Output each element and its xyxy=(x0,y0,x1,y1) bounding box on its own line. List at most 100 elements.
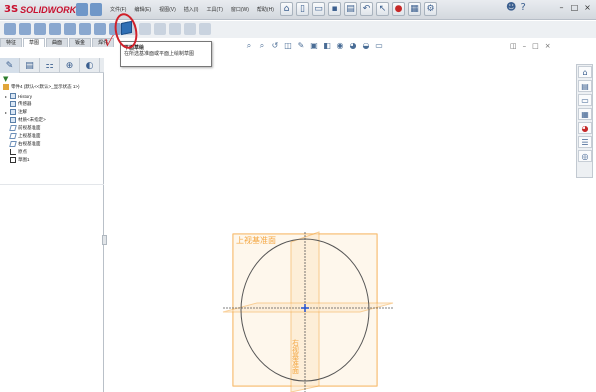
part-name-label: 零件4 (默认<<默认>_显示状态 1>) xyxy=(11,84,80,90)
rebuild-icon[interactable]: ● xyxy=(392,2,405,16)
file-properties-icon[interactable]: ▦ xyxy=(408,2,421,16)
menu-help[interactable]: 帮助(H) xyxy=(257,6,274,13)
apply-scene-icon[interactable]: ◒ xyxy=(361,41,371,51)
property-manager-tab-icon[interactable]: ▤ xyxy=(20,58,40,73)
hide-show-icon[interactable]: ◉ xyxy=(335,41,345,51)
design-library-icon[interactable]: ▤ xyxy=(578,80,592,92)
origin-icon xyxy=(10,149,16,155)
tab-surfaces[interactable]: 曲面 xyxy=(46,38,69,47)
quick-access-icons xyxy=(76,3,102,16)
tree-item-label: 注解 xyxy=(18,109,27,114)
menu-view[interactable]: 视图(V) xyxy=(159,6,176,13)
flyout-arrow-icon[interactable] xyxy=(76,3,88,16)
sketch-icon xyxy=(10,157,16,163)
feature-tree-tab-icon[interactable]: ✎ xyxy=(0,58,20,73)
extrude-icon[interactable] xyxy=(4,23,16,35)
tree-item-sketch1[interactable]: 草图1 xyxy=(4,156,46,164)
tree-item-annotations[interactable]: ▸ 注解 xyxy=(4,108,46,116)
model-viewport: 上视基准面 右视基准面 xyxy=(222,231,394,392)
menu-tools[interactable]: 工具(T) xyxy=(206,6,222,13)
draft-icon[interactable] xyxy=(154,23,166,35)
curves-icon[interactable] xyxy=(184,23,196,35)
title-bar: 3S SOLIDWORKS 文件(F) 编辑(E) 视图(V) 插入(I) 工具… xyxy=(0,0,596,20)
help-icon[interactable]: ? xyxy=(520,2,525,13)
graphics-area[interactable]: 上视基准面 右视基准面 xyxy=(105,56,575,392)
menu-insert[interactable]: 插入(I) xyxy=(184,6,199,13)
plane-icon xyxy=(9,133,17,139)
tree-item-right-plane[interactable]: 右视基准面 xyxy=(4,140,46,148)
display-tab-icon[interactable]: ◐ xyxy=(80,58,100,73)
undo-icon[interactable]: ↶ xyxy=(360,2,373,16)
minimize-icon[interactable]: – xyxy=(556,2,567,13)
command-icon[interactable] xyxy=(90,3,102,16)
view-palette-icon[interactable]: ▦ xyxy=(578,108,592,120)
open-file-icon[interactable]: ▭ xyxy=(312,2,325,16)
reference-geometry-icon[interactable] xyxy=(199,23,211,35)
maximize-icon[interactable]: □ xyxy=(569,2,580,13)
part-root[interactable]: 零件4 (默认<<默认>_显示状态 1>) xyxy=(3,84,80,90)
configuration-tab-icon[interactable]: ⚏ xyxy=(40,58,60,73)
edit-appearance-icon[interactable]: ◕ xyxy=(348,41,358,51)
restore-doc-icon[interactable]: ◫ xyxy=(510,42,517,50)
sweep-icon[interactable] xyxy=(34,23,46,35)
close-doc-icon[interactable]: × xyxy=(545,42,551,50)
select-icon[interactable]: ↖ xyxy=(376,2,389,16)
solidworks-resources-icon[interactable]: ⌂ xyxy=(578,66,592,78)
right-plane-label: 右视基准面 xyxy=(292,338,300,375)
save-icon[interactable]: ▪ xyxy=(328,2,341,16)
minimize-doc-icon[interactable]: – xyxy=(523,42,527,50)
print-icon[interactable]: ▤ xyxy=(344,2,357,16)
user-icon[interactable]: ☻ xyxy=(506,2,516,13)
part-icon xyxy=(3,84,9,90)
zoom-to-fit-icon[interactable]: ⌕ xyxy=(244,41,254,51)
menu-file[interactable]: 文件(F) xyxy=(110,6,126,13)
home-icon[interactable]: ⌂ xyxy=(280,2,293,16)
solidworks-window: 3S SOLIDWORKS 文件(F) 编辑(E) 视图(V) 插入(I) 工具… xyxy=(0,0,596,392)
tab-features[interactable]: 特征 xyxy=(0,38,23,47)
panel-divider xyxy=(0,184,104,185)
chamfer-icon[interactable] xyxy=(79,23,91,35)
tree-item-origin[interactable]: 原点 xyxy=(4,148,46,156)
new-file-icon[interactable]: ▯ xyxy=(296,2,309,16)
previous-view-icon[interactable]: ↺ xyxy=(270,41,280,51)
options-icon[interactable]: ⚙ xyxy=(424,2,437,16)
custom-properties-icon[interactable]: ☰ xyxy=(578,136,592,148)
dimxpert-tab-icon[interactable]: ⊕ xyxy=(60,58,80,73)
tree-item-label: 材质<未指定> xyxy=(18,117,46,122)
dynamic-annotation-icon[interactable]: ✎ xyxy=(296,41,306,51)
rib-icon[interactable] xyxy=(139,23,151,35)
view-settings-icon[interactable]: ▭ xyxy=(374,41,384,51)
command-manager xyxy=(0,21,596,38)
close-icon[interactable]: × xyxy=(582,2,593,13)
menu-edit[interactable]: 编辑(E) xyxy=(134,6,151,13)
maximize-doc-icon[interactable]: □ xyxy=(532,42,539,50)
view-orientation-icon[interactable]: ▣ xyxy=(309,41,319,51)
section-view-icon[interactable]: ◫ xyxy=(283,41,293,51)
fillet-icon[interactable] xyxy=(64,23,76,35)
expand-icon[interactable]: ▸ xyxy=(4,110,8,115)
app-logo: 3S SOLIDWORKS xyxy=(4,3,82,16)
tree-item-material[interactable]: 材质<未指定> xyxy=(4,116,46,124)
loft-icon[interactable] xyxy=(49,23,61,35)
hole-icon[interactable] xyxy=(169,23,181,35)
sensor-icon xyxy=(10,101,16,107)
tree-item-front-plane[interactable]: 前视基准面 xyxy=(4,124,46,132)
tree-item-sensors[interactable]: 传感器 xyxy=(4,100,46,108)
filter-icon[interactable]: ▼ xyxy=(3,75,8,83)
heads-up-view-toolbar: ⌕ ⌕ ↺ ◫ ✎ ▣ ◧ ◉ ◕ ◒ ▭ xyxy=(244,41,384,51)
zoom-area-icon[interactable]: ⌕ xyxy=(257,41,267,51)
window-controls: – □ × xyxy=(556,2,593,13)
forum-icon[interactable]: ◎ xyxy=(578,150,592,162)
appearances-icon[interactable]: ◕ xyxy=(578,122,592,134)
tab-sketch[interactable]: 草图 xyxy=(23,38,46,47)
tree-item-top-plane[interactable]: 上视基准面 xyxy=(4,132,46,140)
expand-icon[interactable]: ▸ xyxy=(4,94,8,99)
tree-item-label: 传感器 xyxy=(18,101,32,106)
tree-item-history[interactable]: ▸ History xyxy=(4,92,46,100)
file-explorer-icon[interactable]: ▭ xyxy=(578,94,592,106)
tree-item-label: History xyxy=(18,93,33,99)
tab-sheet-metal[interactable]: 钣金 xyxy=(69,38,92,47)
menu-window[interactable]: 窗口(W) xyxy=(231,6,249,13)
revolve-icon[interactable] xyxy=(19,23,31,35)
display-style-icon[interactable]: ◧ xyxy=(322,41,332,51)
